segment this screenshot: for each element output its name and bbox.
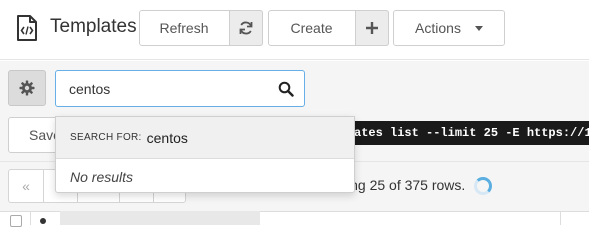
search-for-query: centos — [146, 129, 188, 146]
caret-down-icon — [474, 25, 483, 31]
search-box — [55, 70, 305, 107]
gear-icon — [19, 80, 35, 96]
column-divider — [560, 211, 561, 225]
search-for-option[interactable]: SEARCH FOR: centos — [56, 117, 354, 159]
sync-icon — [239, 21, 253, 35]
actions-button[interactable]: Actions — [393, 10, 505, 46]
table-column-header[interactable] — [60, 211, 260, 225]
cli-command-preview: ates list --limit 25 -E https://192 — [330, 121, 589, 145]
spinner-icon — [474, 177, 492, 195]
refresh-button-label: Refresh — [159, 20, 209, 36]
create-icon-button[interactable] — [355, 10, 389, 46]
search-for-prefix: SEARCH FOR: — [70, 132, 142, 143]
create-button-label: Create — [290, 20, 333, 36]
page-title: Templates — [50, 16, 137, 37]
first-page-button[interactable]: « — [9, 170, 44, 202]
double-chevron-left-icon: « — [22, 178, 30, 194]
no-results-message: No results — [70, 169, 134, 185]
plus-icon — [366, 22, 378, 34]
file-code-icon — [17, 15, 37, 41]
column-divider — [30, 211, 31, 225]
search-settings-button[interactable] — [8, 70, 46, 106]
status-column-icon — [40, 218, 46, 224]
row-count-status: ving 25 of 375 rows. — [340, 177, 466, 193]
refresh-icon-button[interactable] — [229, 10, 263, 46]
search-suggestions-dropdown: SEARCH FOR: centos No results — [55, 116, 355, 193]
select-all-checkbox[interactable] — [10, 215, 22, 227]
search-input[interactable] — [69, 71, 269, 106]
actions-button-label: Actions — [415, 20, 461, 36]
search-icon[interactable] — [278, 81, 294, 97]
